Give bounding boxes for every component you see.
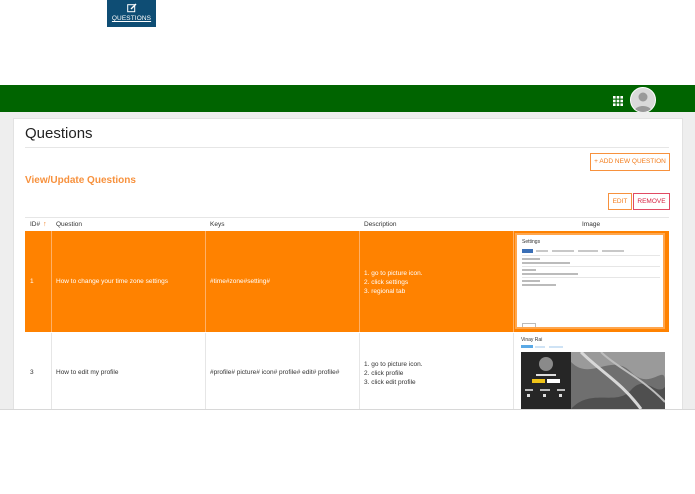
thumbnail-text-line <box>522 262 570 264</box>
thumbnail-text-line <box>522 284 556 286</box>
cell-id: 3 <box>30 369 34 376</box>
thumbnail-tabs <box>522 249 624 253</box>
user-avatar[interactable] <box>630 87 656 113</box>
thumbnail-text-line <box>522 258 540 260</box>
thumbnail-profile-name: Vinay Rai <box>521 337 543 343</box>
edit-icon <box>107 3 156 13</box>
cell-keys: #time#zone#setting# <box>210 278 270 285</box>
description-line: 2. click settings <box>364 279 409 286</box>
edit-button[interactable]: EDIT <box>608 193 632 210</box>
column-divider <box>205 333 206 409</box>
description-line: 1. go to picture icon. <box>364 361 423 368</box>
description-line: 1. go to picture icon. <box>364 270 423 277</box>
thumbnail-tabs <box>521 345 563 348</box>
table-row[interactable]: 1 How to change your time zone settings … <box>25 231 669 332</box>
thumbnail-text-line <box>522 269 536 271</box>
header-id-label: ID# <box>30 221 41 228</box>
page-bottom-divider <box>0 409 695 410</box>
page-title: Questions <box>25 125 93 142</box>
add-new-question-button[interactable]: + ADD NEW QUESTION <box>590 153 670 171</box>
cell-id: 1 <box>30 278 34 285</box>
thumbnail-rule <box>522 277 660 278</box>
column-divider <box>205 231 206 332</box>
nav-search-label: SEARCH <box>17 15 45 22</box>
column-divider <box>51 333 52 409</box>
sort-ascending-icon[interactable]: ↑ <box>43 221 47 228</box>
table-row[interactable]: 3 How to edit my profile #profile# pictu… <box>25 333 669 409</box>
nav-configure-label: CONFIGURE <box>61 15 101 22</box>
profile-screenshot-thumbnail: Vinay Rai <box>520 336 665 409</box>
description-line: 2. click profile <box>364 370 404 377</box>
section-title: View/Update Questions <box>25 175 136 186</box>
thumbnail-button <box>522 323 536 327</box>
column-divider <box>513 333 514 409</box>
thumbnail-rule <box>522 266 660 267</box>
cell-description: 1. go to picture icon. 2. click profile … <box>364 360 423 387</box>
thumbnail-profile-panel <box>521 352 571 409</box>
nav-questions[interactable]: QUESTIONS <box>107 0 156 27</box>
thumbnail-rule <box>522 255 660 256</box>
thumbnail-text-line <box>522 280 540 282</box>
column-divider <box>51 231 52 332</box>
header-image: Image <box>582 221 601 228</box>
description-line: 3. click edit profile <box>364 379 416 386</box>
header-question[interactable]: Question <box>56 221 82 228</box>
header-keys[interactable]: Keys <box>210 221 224 228</box>
settings-screenshot-thumbnail: Settings <box>515 233 665 329</box>
cell-question: How to edit my profile <box>56 369 119 376</box>
header-description[interactable]: Description <box>364 221 397 228</box>
column-divider <box>359 231 360 332</box>
nav-search[interactable]: SEARCH <box>13 0 49 27</box>
nav-questions-label: QUESTIONS <box>111 15 152 22</box>
column-divider <box>359 333 360 409</box>
cell-question: How to change your time zone settings <box>56 278 169 285</box>
cover-photo-image <box>571 350 665 409</box>
thumbnail-text-line <box>522 273 578 275</box>
search-icon <box>13 3 49 13</box>
thumbnail-title: Settings <box>522 239 541 245</box>
nav-configure[interactable]: CONFIGURE <box>58 0 104 27</box>
top-nav-bar <box>0 85 695 112</box>
cell-description: 1. go to picture icon. 2. click settings… <box>364 269 423 296</box>
description-line: 3. regional tab <box>364 288 406 295</box>
table-header: ID# ↑ Question Keys Description Image <box>25 217 669 232</box>
remove-button[interactable]: REMOVE <box>633 193 670 210</box>
gears-icon <box>58 3 104 13</box>
thumbnail-profile-details <box>525 357 565 397</box>
cell-keys: #profile# picture# icon# profile# edit# … <box>210 369 340 376</box>
header-id[interactable]: ID# ↑ <box>30 221 47 228</box>
apps-grid-icon[interactable] <box>613 93 623 106</box>
column-divider <box>513 231 514 332</box>
title-divider <box>25 147 669 148</box>
thumbnail-cover-photo <box>571 350 665 409</box>
